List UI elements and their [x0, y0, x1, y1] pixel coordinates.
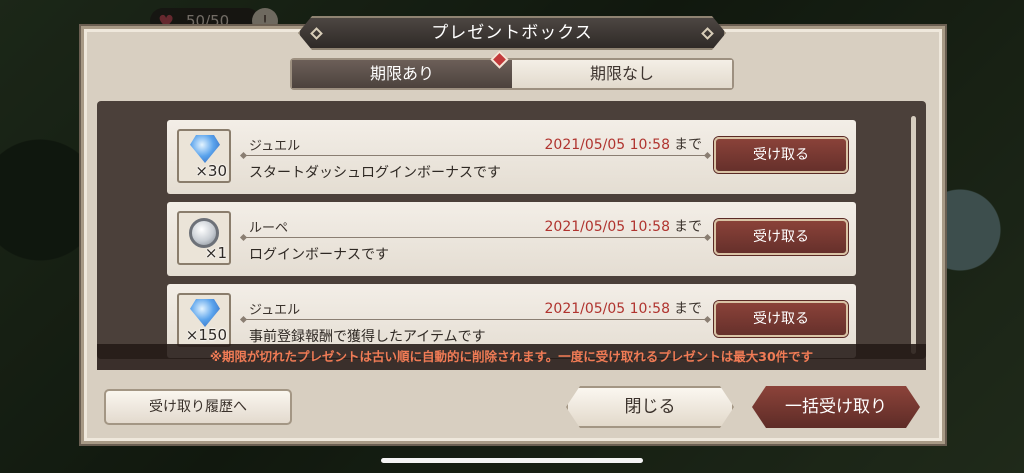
item-icon-frame: ×1: [177, 211, 231, 265]
item-description: スタートダッシュログインボーナスです: [249, 165, 501, 181]
dialog-title: プレゼントボックス: [431, 23, 593, 43]
item-name: ルーペ: [249, 221, 289, 236]
tab-with-expiry[interactable]: 期限あり: [292, 60, 512, 88]
item-quantity: ×150: [185, 326, 227, 344]
item-icon-frame: ×150: [177, 293, 231, 347]
tab-without-expiry[interactable]: 期限なし: [512, 60, 732, 88]
receive-history-button[interactable]: 受け取り履歴へ: [104, 389, 292, 425]
expiry-suffix: まで: [674, 137, 702, 153]
item-expiry: 2021/05/05 10:58 まで: [545, 134, 703, 154]
item-quantity: ×1: [204, 244, 227, 262]
list-scrollbar[interactable]: [911, 116, 916, 354]
jewel-icon: [190, 135, 220, 163]
dialog-title-plate: プレゼントボックス: [298, 16, 726, 50]
receive-button[interactable]: 受け取る: [714, 137, 848, 173]
home-indicator[interactable]: [381, 458, 643, 463]
item-expiry: 2021/05/05 10:58 まで: [545, 216, 703, 236]
expiry-notice: ※期限が切れたプレゼントは古い順に自動的に削除されます。一度に受け取れるプレゼン…: [97, 344, 926, 370]
expiry-suffix: まで: [674, 219, 702, 235]
expiry-date: 2021/05/05 10:58: [544, 137, 671, 153]
item-divider: [243, 237, 708, 238]
expiry-suffix: まで: [674, 301, 702, 317]
item-divider: [243, 319, 708, 320]
diamond-ornament-icon: [701, 27, 714, 40]
diamond-ornament-icon: [310, 27, 323, 40]
item-name: ジュエル: [249, 139, 301, 154]
expiry-tabs: 期限あり 期限なし: [290, 58, 734, 90]
item-description: 事前登録報酬で獲得したアイテムです: [249, 329, 486, 345]
bulk-receive-button[interactable]: 一括受け取り: [752, 386, 920, 428]
present-item: ×1 ルーペ 2021/05/05 10:58 まで ログインボーナスです 受け取…: [167, 202, 856, 276]
receive-button[interactable]: 受け取る: [714, 301, 848, 337]
item-description: ログインボーナスです: [249, 247, 389, 263]
receive-button[interactable]: 受け取る: [714, 219, 848, 255]
expiry-date: 2021/05/05 10:58: [544, 219, 671, 235]
item-name: ジュエル: [249, 303, 301, 318]
present-item: ×30 ジュエル 2021/05/05 10:58 まで スタートダッシュログイン…: [167, 120, 856, 194]
expiry-date: 2021/05/05 10:58: [544, 301, 671, 317]
close-button[interactable]: 閉じる: [566, 386, 734, 428]
jewel-icon: [190, 299, 220, 327]
item-divider: [243, 155, 708, 156]
item-expiry: 2021/05/05 10:58 まで: [545, 298, 703, 318]
item-quantity: ×30: [195, 162, 227, 180]
item-icon-frame: ×30: [177, 129, 231, 183]
